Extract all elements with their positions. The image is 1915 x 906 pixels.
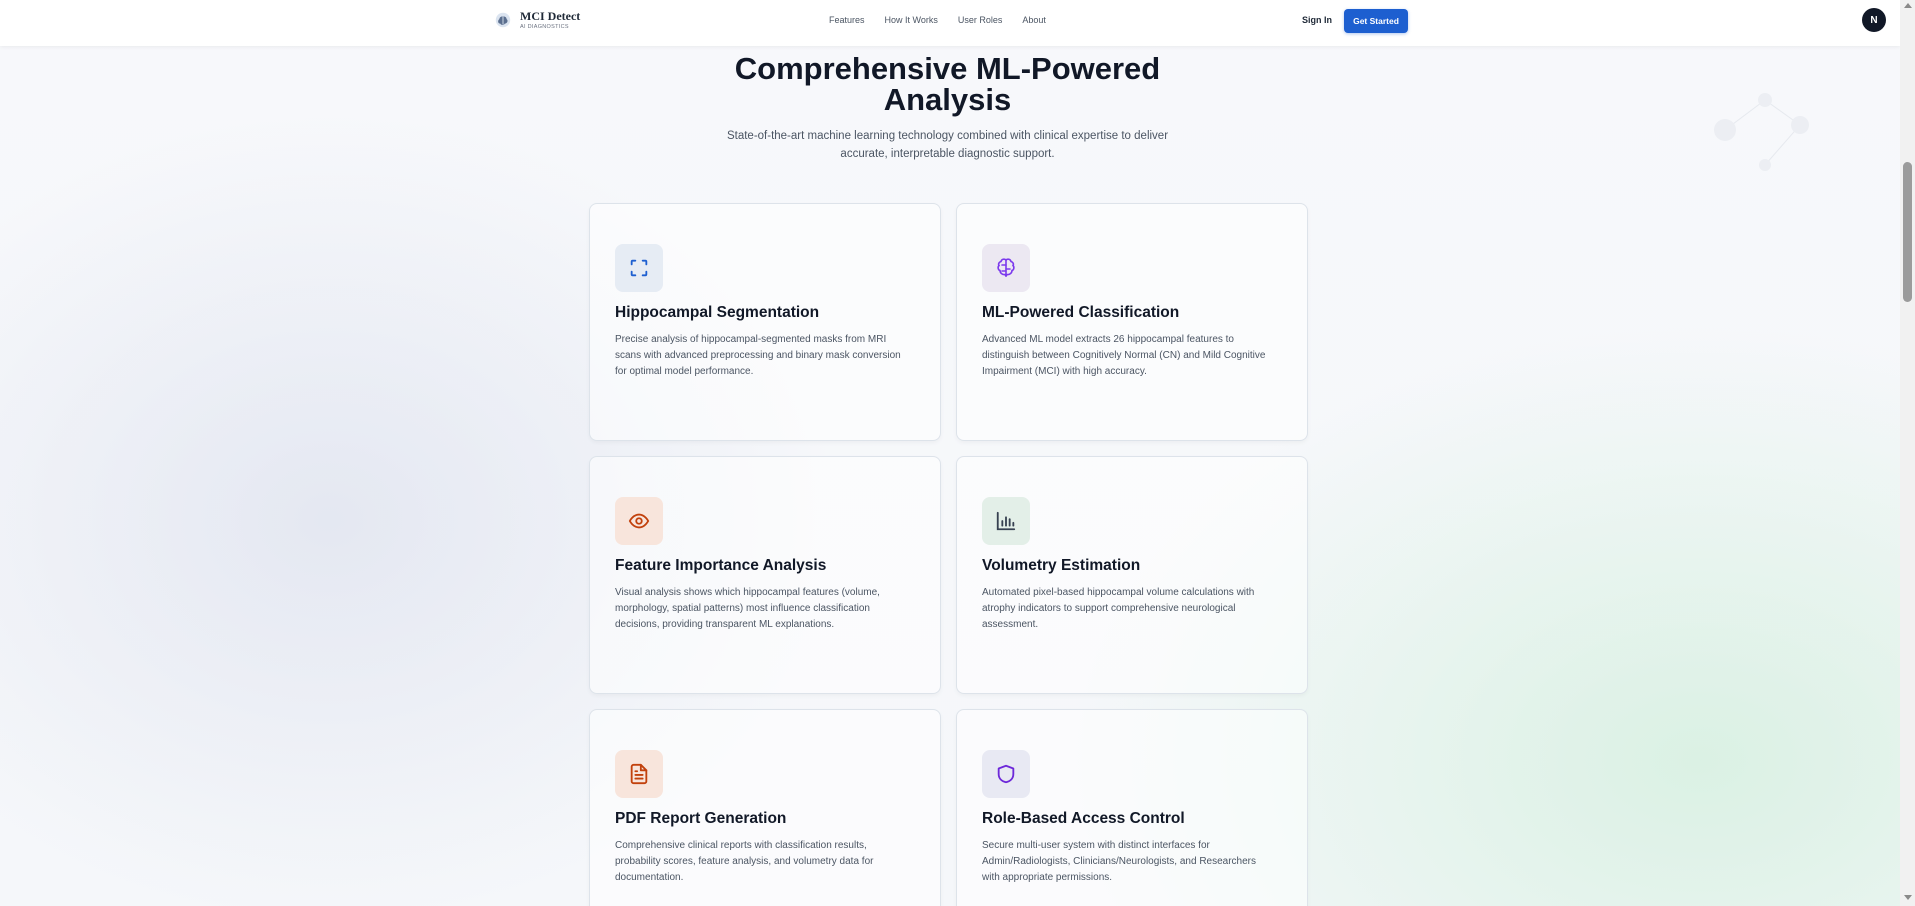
section-subtitle-line: accurate, interpretable diagnostic suppo… (840, 148, 1055, 160)
feature-description: Automated pixel-based hippocampal volume… (982, 587, 1255, 630)
feature-description: Secure multi-user system with distinct i… (982, 840, 1257, 883)
scroll-down-arrow-icon[interactable] (1904, 895, 1912, 900)
user-avatar[interactable]: N (1862, 8, 1886, 32)
nav-links: Features How It Works User Roles About (829, 15, 1046, 25)
brand[interactable]: MCI Detect AI DIAGNOSTICS (494, 9, 580, 31)
brand-title: MCI Detect (520, 9, 581, 23)
get-started-button[interactable]: Get Started (1344, 9, 1408, 33)
feature-description: Visual analysis shows which hippocampal … (615, 587, 880, 630)
feature-title: Feature Importance Analysis (615, 557, 827, 574)
shield-icon (997, 764, 1015, 784)
scan-focus-icon (630, 259, 648, 277)
nav-link-features[interactable]: Features (829, 15, 865, 25)
top-navbar: MCI Detect AI DIAGNOSTICS Features How I… (0, 0, 1900, 46)
scrollbar-thumb[interactable] (1903, 162, 1912, 302)
sign-in-link[interactable]: Sign In (1302, 15, 1332, 25)
section-title-line: Analysis (883, 82, 1012, 117)
feature-card-feature-importance[interactable]: Feature Importance Analysis Visual analy… (589, 456, 941, 694)
feature-title: Hippocampal Segmentation (615, 304, 820, 321)
section-subtitle-line: State-of-the-art machine learning techno… (726, 130, 1169, 142)
page-scrollbar[interactable] (1900, 0, 1915, 906)
bar-chart-icon (996, 511, 1016, 531)
feature-icon-box (615, 244, 663, 292)
feature-icon-box (982, 497, 1030, 545)
scroll-up-arrow-icon[interactable] (1904, 3, 1912, 8)
feature-icon-box (615, 750, 663, 798)
section-title-line: Comprehensive ML-Powered (734, 51, 1161, 86)
file-text-icon (630, 763, 648, 785)
feature-card-pdf-report[interactable]: PDF Report Generation Comprehensive clin… (589, 709, 941, 906)
feature-description: Comprehensive clinical reports with clas… (615, 840, 874, 883)
feature-description: Advanced ML model extracts 26 hippocampa… (982, 334, 1266, 377)
feature-card-ml-classification[interactable]: ML-Powered Classification Advanced ML mo… (956, 203, 1308, 441)
feature-title: ML-Powered Classification (982, 304, 1180, 321)
feature-icon-box (982, 244, 1030, 292)
feature-description: Precise analysis of hippocampal-segmente… (615, 334, 901, 377)
feature-title: PDF Report Generation (615, 810, 787, 827)
feature-icon-box (615, 497, 663, 545)
nav-link-user-roles[interactable]: User Roles (958, 15, 1003, 25)
feature-card-role-based-access[interactable]: Role-Based Access Control Secure multi-u… (956, 709, 1308, 906)
nav-link-about[interactable]: About (1022, 15, 1046, 25)
feature-card-hippocampal-segmentation[interactable]: Hippocampal Segmentation Precise analysi… (589, 203, 941, 441)
brain-icon (997, 258, 1015, 277)
section-title: Comprehensive ML-Powered Analysis (0, 53, 1895, 115)
feature-title: Volumetry Estimation (982, 557, 1141, 574)
brand-subtitle: AI DIAGNOSTICS (520, 24, 569, 30)
nav-link-how-it-works[interactable]: How It Works (885, 15, 938, 25)
section-subtitle: State-of-the-art machine learning techno… (0, 127, 1895, 163)
feature-card-volumetry[interactable]: Volumetry Estimation Automated pixel-bas… (956, 456, 1308, 694)
feature-icon-box (982, 750, 1030, 798)
feature-title: Role-Based Access Control (982, 810, 1185, 827)
brain-logo-icon (495, 12, 511, 28)
eye-icon (628, 513, 650, 529)
